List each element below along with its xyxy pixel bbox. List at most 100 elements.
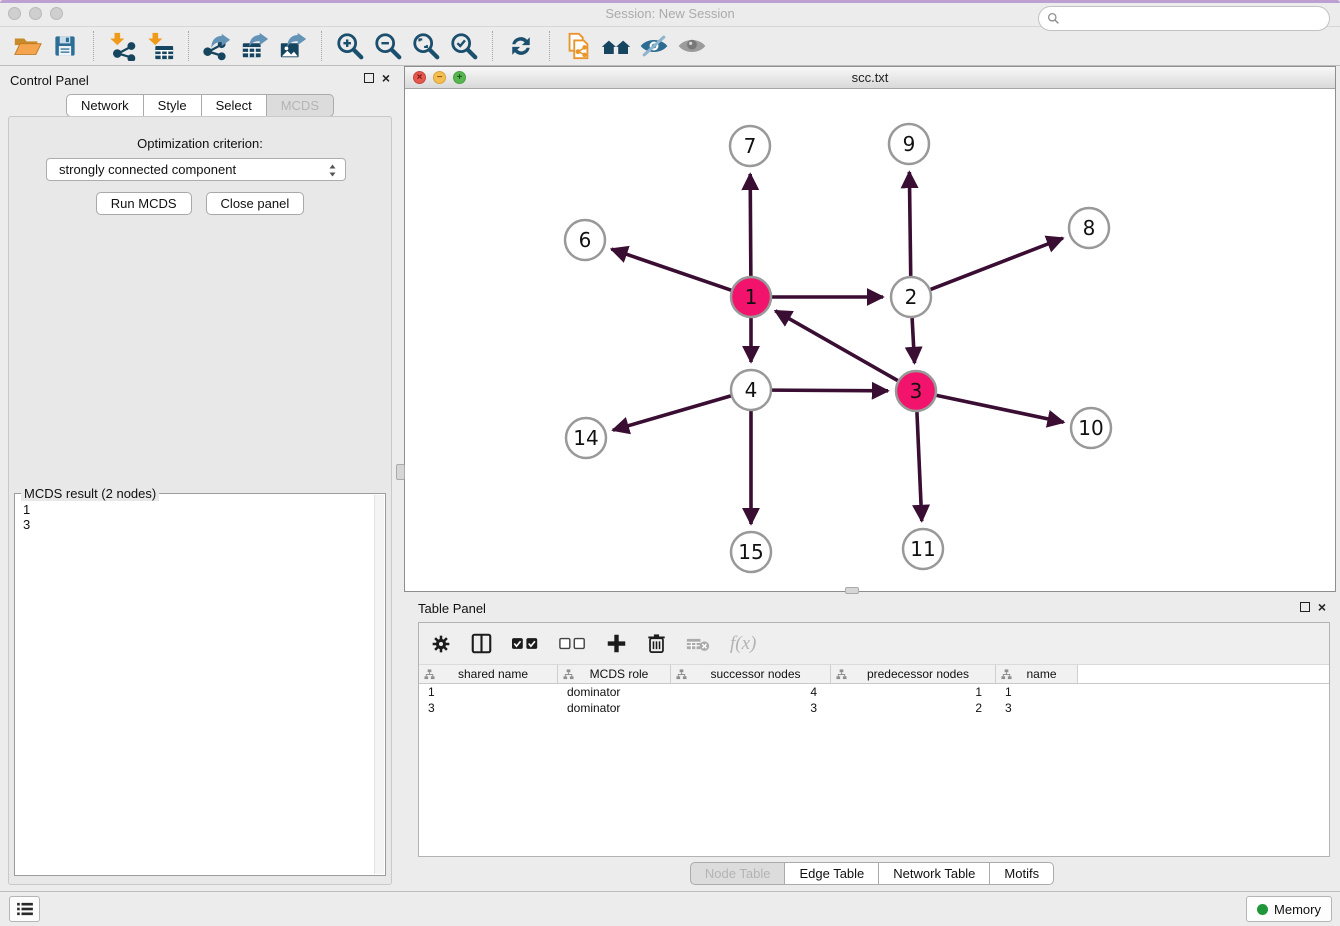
search-box[interactable] [1038, 6, 1330, 31]
open-session-icon[interactable] [8, 30, 46, 62]
horizontal-splitter-grip[interactable] [845, 587, 859, 594]
edge-3-11[interactable] [917, 412, 922, 521]
vertical-splitter-grip[interactable] [396, 464, 405, 480]
memory-button[interactable]: Memory [1246, 896, 1332, 922]
tab-mcds[interactable]: MCDS [267, 94, 334, 117]
column-label: shared name [435, 667, 557, 681]
table-cell[interactable]: 1 [831, 684, 996, 700]
task-history-button[interactable] [9, 896, 40, 922]
network-close-icon[interactable]: × [413, 71, 426, 84]
node-7[interactable]: 7 [730, 126, 770, 166]
delete-table-icon [686, 629, 710, 659]
table-cell[interactable]: 2 [831, 700, 996, 716]
select-all-icon[interactable] [512, 629, 539, 659]
refresh-view-icon[interactable] [502, 30, 540, 62]
node-6[interactable]: 6 [565, 220, 605, 260]
table-cell[interactable]: dominator [558, 684, 671, 700]
column-header-mcds-role[interactable]: MCDS role [558, 665, 671, 683]
table-settings-icon[interactable] [431, 629, 451, 659]
duplicate-network-icon[interactable] [559, 30, 597, 62]
table-cell[interactable]: dominator [558, 700, 671, 716]
edge-3-1[interactable] [775, 311, 897, 381]
column-header-name[interactable]: name [996, 665, 1078, 683]
export-network-icon[interactable] [198, 30, 236, 62]
zoom-out-icon[interactable] [369, 30, 407, 62]
node-label: 7 [744, 134, 757, 158]
table-tab-network-table[interactable]: Network Table [879, 862, 990, 885]
table-cell[interactable]: 1 [419, 684, 558, 700]
export-image-icon[interactable] [274, 30, 312, 62]
import-network-icon[interactable] [103, 30, 141, 62]
edge-3-10[interactable] [937, 395, 1064, 422]
save-session-icon[interactable] [46, 30, 84, 62]
node-9[interactable]: 9 [889, 124, 929, 164]
criterion-dropdown[interactable]: strongly connected component [46, 158, 346, 181]
node-8[interactable]: 8 [1069, 208, 1109, 248]
hide-selected-icon[interactable] [635, 30, 673, 62]
close-panel-button[interactable]: Close panel [206, 192, 305, 215]
table-cell[interactable]: 3 [671, 700, 831, 716]
export-table-icon[interactable] [236, 30, 274, 62]
float-table-panel-icon[interactable] [1300, 602, 1310, 612]
column-header-shared-name[interactable]: shared name [419, 665, 558, 683]
node-10[interactable]: 10 [1071, 408, 1111, 448]
node-1[interactable]: 1 [731, 277, 771, 317]
add-row-icon[interactable] [606, 629, 627, 659]
node-15[interactable]: 15 [731, 532, 771, 572]
node-11[interactable]: 11 [903, 529, 943, 569]
column-header-successor-nodes[interactable]: successor nodes [671, 665, 831, 683]
table-tab-edge-table[interactable]: Edge Table [785, 862, 879, 885]
table-tab-motifs[interactable]: Motifs [990, 862, 1054, 885]
network-canvas[interactable]: 7 9 6 8 1 2 4 3 14 10 15 11 [405, 89, 1335, 591]
node-label: 8 [1083, 216, 1096, 240]
edge-4-14[interactable] [613, 396, 731, 430]
import-table-icon[interactable] [141, 30, 179, 62]
zoom-in-icon[interactable] [331, 30, 369, 62]
node-14[interactable]: 14 [566, 418, 606, 458]
tab-network[interactable]: Network [66, 94, 144, 117]
zoom-selected-icon[interactable] [445, 30, 483, 62]
network-maximize-icon[interactable]: + [453, 71, 466, 84]
show-all-icon[interactable] [673, 30, 711, 62]
network-minimize-icon[interactable]: − [433, 71, 446, 84]
close-table-panel-icon[interactable]: × [1318, 602, 1326, 612]
table-row[interactable]: 1dominator411 [419, 684, 1329, 700]
minimize-window-icon[interactable] [29, 7, 42, 20]
edge-2-3[interactable] [912, 318, 914, 363]
edge-1-6[interactable] [611, 249, 731, 290]
delete-row-icon[interactable] [647, 629, 666, 659]
table-cell[interactable]: 4 [671, 684, 831, 700]
toolbar-separator [93, 31, 94, 61]
tab-select[interactable]: Select [202, 94, 267, 117]
edge-2-9[interactable] [909, 172, 910, 276]
zoom-window-icon[interactable] [50, 7, 63, 20]
window-top-accent [0, 0, 1340, 3]
node-4[interactable]: 4 [731, 370, 771, 410]
column-tree-icon [424, 669, 435, 680]
show-column-panel-icon[interactable] [471, 629, 492, 659]
search-input[interactable] [1065, 11, 1329, 26]
deselect-all-icon[interactable] [559, 629, 586, 659]
table-cell[interactable]: 3 [419, 700, 558, 716]
close-window-icon[interactable] [8, 7, 21, 20]
edge-4-3[interactable] [772, 390, 888, 391]
close-panel-icon[interactable]: × [382, 73, 390, 83]
network-window-titlebar[interactable]: × − + scc.txt [405, 67, 1335, 89]
edge-2-8[interactable] [931, 238, 1063, 289]
result-scrollbar[interactable] [374, 495, 384, 874]
table-cell[interactable]: 1 [996, 684, 1078, 700]
edge-1-7[interactable] [750, 174, 751, 276]
node-3[interactable]: 3 [896, 371, 936, 411]
column-header-predecessor-nodes[interactable]: predecessor nodes [831, 665, 996, 683]
node-2[interactable]: 2 [891, 277, 931, 317]
zoom-fit-icon[interactable] [407, 30, 445, 62]
mcds-result-text[interactable]: 1 3 [17, 498, 373, 873]
float-panel-icon[interactable] [364, 73, 374, 83]
table-row[interactable]: 3dominator323 [419, 700, 1329, 716]
table-tab-node-table[interactable]: Node Table [690, 862, 786, 885]
run-mcds-button[interactable]: Run MCDS [96, 192, 192, 215]
first-neighbors-icon[interactable] [597, 30, 635, 62]
tab-style[interactable]: Style [144, 94, 202, 117]
table-header-row: shared nameMCDS rolesuccessor nodesprede… [419, 665, 1329, 684]
table-cell[interactable]: 3 [996, 700, 1078, 716]
